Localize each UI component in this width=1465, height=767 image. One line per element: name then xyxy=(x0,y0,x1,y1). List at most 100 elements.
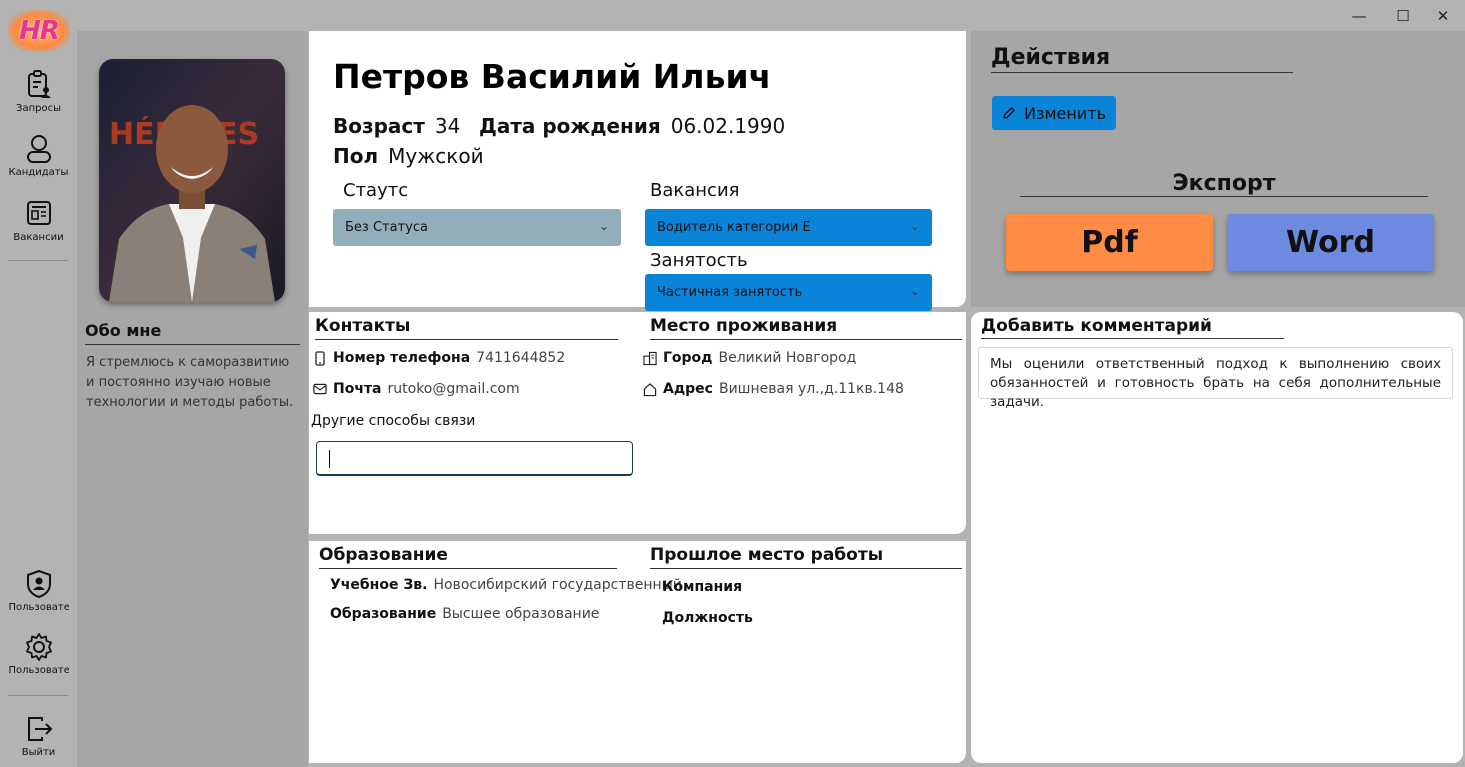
contacts-panel: Контакты Номер телефона 7411644852 Почта… xyxy=(309,312,966,534)
gender-value: Мужской xyxy=(388,144,484,168)
logo-text: HR xyxy=(19,16,60,46)
company-row: Компания xyxy=(662,579,742,595)
position-row: Должность xyxy=(662,610,753,626)
status-label: Стаутс xyxy=(343,180,409,201)
institution-label: Учебное Зв. xyxy=(330,577,428,593)
phone-label: Номер телефона xyxy=(333,350,471,366)
chevron-down-icon: ⌄ xyxy=(909,219,920,233)
close-button[interactable]: ✕ xyxy=(1420,0,1465,31)
education-title: Образование xyxy=(319,545,617,569)
education-level-label: Образование xyxy=(330,606,437,622)
phone-row: Номер телефона 7411644852 xyxy=(313,350,565,366)
institution-value: Новосибирский государственный xyxy=(433,577,682,593)
chevron-down-icon: ⌄ xyxy=(909,284,920,298)
address-row: Адрес Вишневая ул.,д.11кв.148 xyxy=(643,381,904,397)
email-label: Почта xyxy=(333,381,382,397)
gender-row: Пол Мужской xyxy=(333,144,484,168)
age-value: 34 xyxy=(434,114,461,138)
residence-title: Место проживания xyxy=(650,316,962,340)
comment-panel: Добавить комментарий Мы оценили ответств… xyxy=(971,312,1463,763)
export-word-button[interactable]: Word xyxy=(1227,214,1434,271)
mail-icon xyxy=(313,383,327,395)
nav-label: Запросы xyxy=(16,103,61,114)
nav-divider xyxy=(8,695,68,696)
profile-panel: Петров Василий Ильич Возраст 34 Дата рож… xyxy=(309,31,966,311)
institution-row: Учебное Зв. Новосибирский государственны… xyxy=(330,577,682,593)
settings-gear-icon xyxy=(25,633,52,661)
previous-job-title: Прошлое место работы xyxy=(650,545,962,569)
status-select[interactable]: Без Статуса ⌄ xyxy=(333,209,621,246)
city-row: Город Великий Новгород xyxy=(643,350,856,366)
employment-selected-value: Частичная занятость xyxy=(657,285,803,300)
minimize-button[interactable]: — xyxy=(1336,0,1382,31)
birth-row: Дата рождения 06.02.1990 xyxy=(479,114,785,138)
actions-panel: Действия Изменить Экспорт Pdf Word xyxy=(971,31,1465,307)
vacancy-select[interactable]: Водитель категории Е ⌄ xyxy=(645,209,932,246)
nav-label: Выйти xyxy=(21,747,56,758)
email-row: Почта rutoko@gmail.com xyxy=(313,381,520,397)
user-shield-icon xyxy=(26,569,51,599)
phone-icon xyxy=(313,350,327,366)
title-bar: — ☐ ✕ xyxy=(0,0,1465,31)
nav-item-logout[interactable]: Выйти xyxy=(0,713,77,758)
position-label: Должность xyxy=(662,610,753,626)
pencil-icon xyxy=(1003,107,1015,119)
nav-label: Пользователи xyxy=(8,665,69,676)
nav-item-requests[interactable]: Запросы xyxy=(0,69,77,114)
other-contacts-text: Другие способы связи xyxy=(311,413,476,429)
education-level-value: Высшее образование xyxy=(442,606,600,622)
candidate-photo: HÉR ES xyxy=(99,59,285,302)
app-logo: HR xyxy=(8,10,70,52)
education-level-row: Образование Высшее образование xyxy=(330,606,599,622)
city-value: Великий Новгород xyxy=(718,350,857,366)
nav-label: Кандидаты xyxy=(8,167,69,178)
actions-title: Действия xyxy=(991,45,1293,73)
city-label: Город xyxy=(663,350,713,366)
nav-divider xyxy=(8,260,68,261)
nav-item-settings[interactable]: Пользователи xyxy=(0,631,77,676)
chevron-down-icon: ⌄ xyxy=(598,219,609,233)
employment-select[interactable]: Частичная занятость ⌄ xyxy=(645,274,932,311)
status-selected-value: Без Статуса xyxy=(345,220,428,235)
age-row: Возраст 34 xyxy=(333,114,460,138)
address-label: Адрес xyxy=(663,381,713,397)
vacancies-icon xyxy=(26,201,51,225)
nav-label: Вакансии xyxy=(13,232,64,243)
edit-button-label: Изменить xyxy=(1024,103,1106,123)
logout-icon xyxy=(27,717,52,741)
birth-value: 06.02.1990 xyxy=(670,114,786,138)
nav-item-candidates[interactable]: Кандидаты xyxy=(0,133,77,178)
requests-icon xyxy=(27,70,51,98)
text-caret xyxy=(329,450,330,468)
candidate-name: Петров Василий Ильич xyxy=(333,57,772,96)
export-pdf-button[interactable]: Pdf xyxy=(1006,214,1213,271)
comment-title: Добавить комментарий xyxy=(981,316,1284,339)
edit-button[interactable]: Изменить xyxy=(992,96,1116,130)
nav-item-vacancies[interactable]: Вакансии xyxy=(0,198,77,243)
education-panel: Образование Учебное Зв. Новосибирский го… xyxy=(309,541,966,763)
vacancy-label: Вакансия xyxy=(650,180,740,201)
phone-value: 7411644852 xyxy=(476,350,566,366)
age-label: Возраст xyxy=(333,114,425,138)
sidebar-nav: Запросы Кандидаты Вакансии Пользователи xyxy=(0,31,77,767)
candidates-icon xyxy=(26,135,51,163)
company-label: Компания xyxy=(662,579,743,595)
about-column: HÉR ES Обо мне Я стремлюсь к саморазвити… xyxy=(77,31,308,767)
other-contacts-label: Другие способы связи xyxy=(311,413,475,429)
contacts-title: Контакты xyxy=(315,316,618,340)
gender-label: Пол xyxy=(333,144,379,168)
nav-label: Пользователи xyxy=(8,602,69,613)
city-buildings-icon xyxy=(643,351,657,366)
nav-item-users-permissions[interactable]: Пользователи xyxy=(0,568,77,613)
other-contacts-input[interactable] xyxy=(316,441,633,476)
comment-textarea[interactable]: Мы оценили ответственный подход к выполн… xyxy=(978,347,1453,410)
about-text: Я стремлюсь к саморазвитию и постоянно и… xyxy=(86,355,294,410)
export-title: Экспорт xyxy=(1020,171,1428,197)
vacancy-selected-value: Водитель категории Е xyxy=(657,220,811,235)
address-value: Вишневая ул.,д.11кв.148 xyxy=(718,381,904,397)
employment-label: Занятость xyxy=(650,250,748,271)
email-value: rutoko@gmail.com xyxy=(387,381,520,397)
about-title: Обо мне xyxy=(85,321,300,345)
birth-label: Дата рождения xyxy=(479,114,661,138)
home-icon xyxy=(643,382,657,397)
